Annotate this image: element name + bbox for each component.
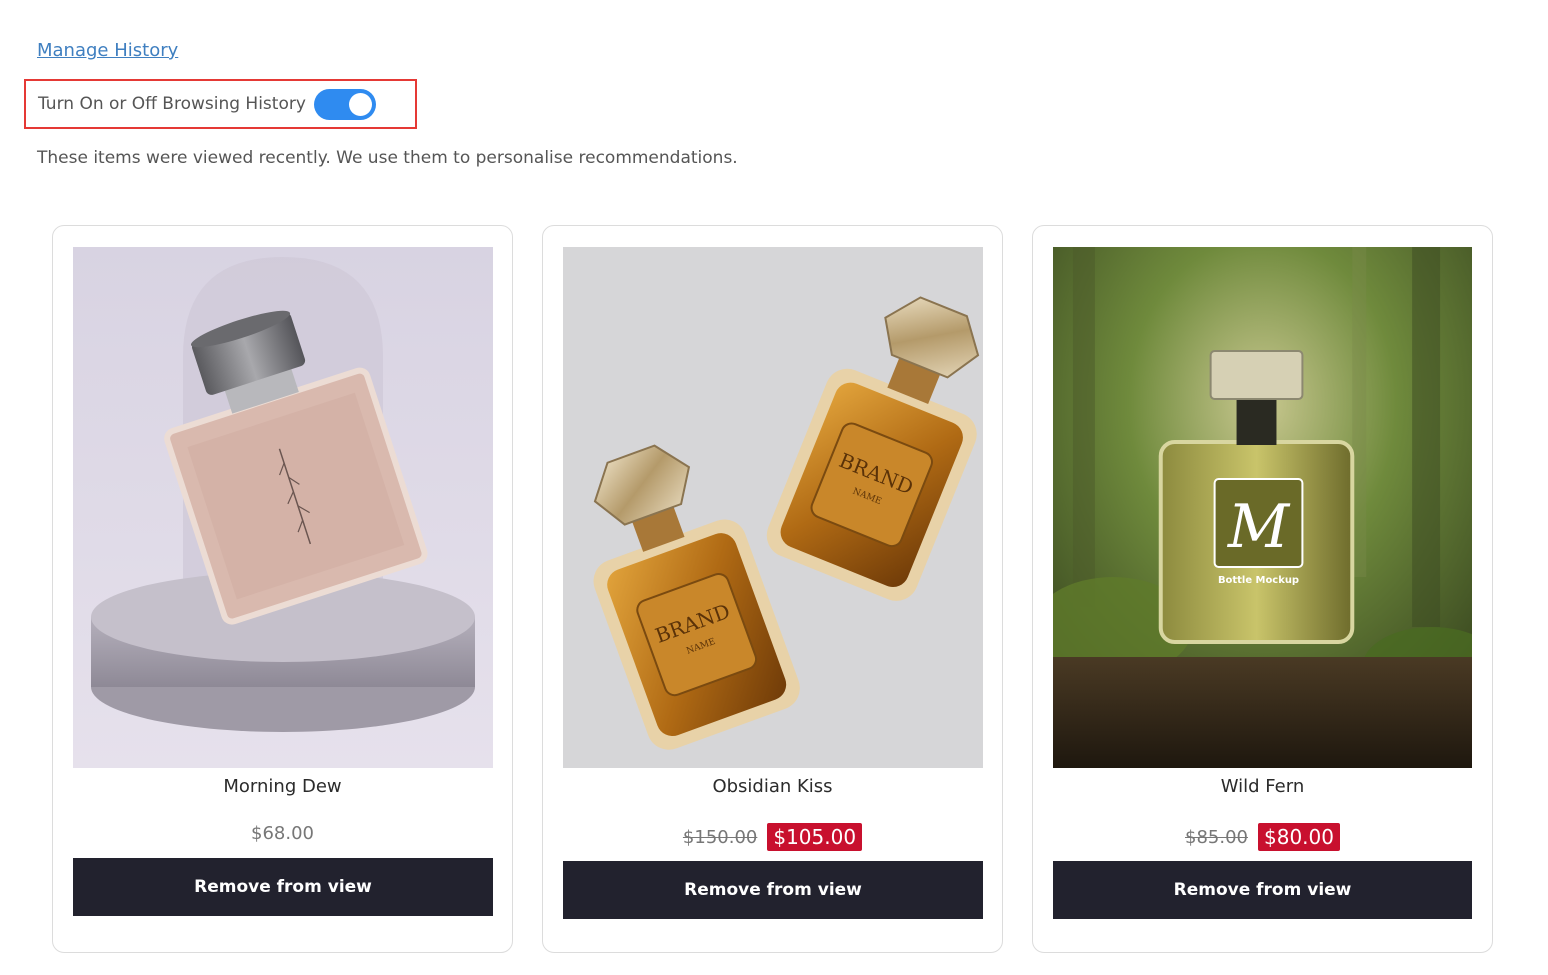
sale-price-badge: $105.00 [767, 823, 863, 851]
product-card: M Bottle Mockup Wild Fern $85.00 $80.00 … [1032, 225, 1493, 953]
product-price: $85.00 $80.00 [1033, 823, 1492, 851]
sale-price-badge: $80.00 [1258, 823, 1340, 851]
perfume-image-obsidian-kiss: BRAND NAME BRAND NAME [563, 247, 983, 768]
product-card: BRAND NAME BRAND NAME Obsidian Kiss $150… [542, 225, 1003, 953]
product-price: $68.00 [53, 823, 512, 844]
original-price: $150.00 [682, 826, 758, 848]
browsing-history-toggle-row: Turn On or Off Browsing History [24, 79, 417, 129]
product-image[interactable]: M Bottle Mockup [1053, 247, 1472, 768]
original-price: $85.00 [1185, 826, 1248, 848]
perfume-image-morning-dew [73, 247, 493, 768]
remove-from-view-button[interactable]: Remove from view [1053, 861, 1472, 919]
product-name[interactable]: Wild Fern [1033, 776, 1492, 797]
manage-history-link[interactable]: Manage History [37, 40, 178, 61]
remove-from-view-button[interactable]: Remove from view [563, 861, 983, 919]
history-description: These items were viewed recently. We use… [37, 148, 738, 168]
price-value: $68.00 [251, 823, 314, 844]
product-name[interactable]: Morning Dew [53, 776, 512, 797]
mockup-text: Bottle Mockup [1218, 575, 1299, 586]
product-image[interactable]: BRAND NAME BRAND NAME [563, 247, 983, 768]
switch-knob [348, 92, 372, 116]
product-name[interactable]: Obsidian Kiss [543, 776, 1002, 797]
product-card: Morning Dew $68.00 Remove from view [52, 225, 513, 953]
remove-from-view-button[interactable]: Remove from view [73, 858, 493, 916]
monogram-text: M [1227, 492, 1291, 562]
product-price: $150.00 $105.00 [543, 823, 1002, 851]
product-image[interactable] [73, 247, 493, 768]
perfume-image-wild-fern: M Bottle Mockup [1053, 247, 1472, 768]
browsing-history-label: Turn On or Off Browsing History [38, 94, 306, 114]
browsing-history-switch[interactable] [313, 88, 376, 120]
